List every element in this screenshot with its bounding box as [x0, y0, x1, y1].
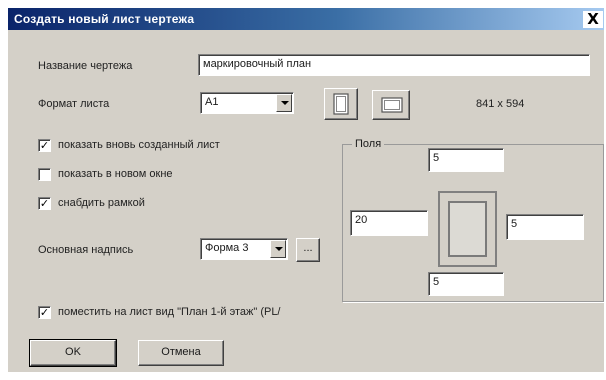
margin-top-input[interactable]: 5: [428, 148, 504, 172]
add-frame-checkbox[interactable]: ✓: [38, 197, 51, 210]
portrait-orientation-icon: [333, 93, 349, 115]
sheet-format-label: Формат листа: [38, 98, 110, 110]
sheet-size-text: 841 x 594: [476, 98, 525, 110]
margins-group-title: Поля: [352, 138, 385, 150]
chevron-down-icon[interactable]: [270, 240, 286, 258]
margins-preview-inner-frame: [448, 201, 487, 257]
title-bar: Создать новый лист чертежа: [8, 8, 604, 30]
cancel-button[interactable]: Отмена: [138, 340, 224, 366]
margin-bottom-input[interactable]: 5: [428, 272, 504, 296]
show-new-window-label: показать в новом окне: [58, 168, 173, 180]
landscape-orientation-icon: [381, 97, 403, 113]
margin-right-input[interactable]: 5: [506, 214, 584, 240]
sheet-format-value: A1: [205, 96, 219, 108]
landscape-orientation-button[interactable]: [372, 90, 410, 120]
title-block-value: Форма 3: [205, 242, 249, 254]
margins-preview: [438, 191, 497, 267]
chevron-down-icon[interactable]: [276, 94, 292, 112]
show-new-sheet-checkbox[interactable]: ✓: [38, 139, 51, 152]
sheet-format-select[interactable]: A1: [200, 92, 294, 114]
title-block-select[interactable]: Форма 3: [200, 238, 288, 260]
browse-title-block-button[interactable]: ...: [296, 238, 320, 262]
portrait-orientation-button[interactable]: [324, 88, 358, 120]
ok-button[interactable]: OK: [29, 339, 117, 367]
margin-left-input[interactable]: 20: [350, 210, 428, 236]
drawing-name-label: Название чертежа: [38, 60, 133, 72]
show-new-sheet-label: показать вновь созданный лист: [58, 139, 220, 151]
show-new-window-checkbox[interactable]: [38, 168, 51, 181]
dialog-title: Создать новый лист чертежа: [14, 12, 195, 26]
add-frame-label: снабдить рамкой: [58, 197, 145, 209]
drawing-name-input[interactable]: маркировочный план: [198, 54, 590, 76]
title-block-label: Основная надпись: [38, 244, 134, 256]
new-sheet-dialog: Создать новый лист чертежа X Название че…: [8, 8, 604, 372]
close-button[interactable]: X: [583, 11, 603, 28]
place-view-checkbox[interactable]: ✓: [38, 306, 51, 319]
place-view-label: поместить на лист вид "План 1-й этаж" (P…: [58, 306, 281, 318]
